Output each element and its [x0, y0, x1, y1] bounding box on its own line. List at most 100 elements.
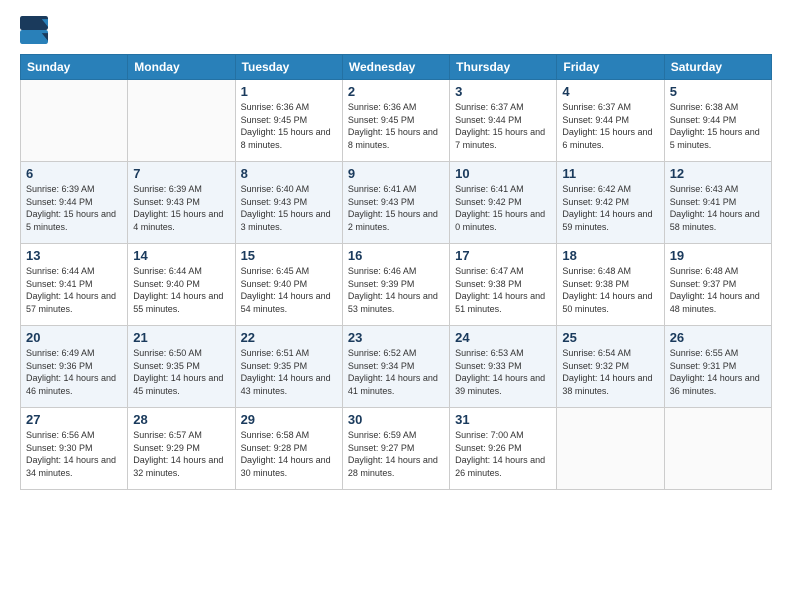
day-info: Sunrise: 6:50 AM Sunset: 9:35 PM Dayligh…: [133, 347, 229, 397]
calendar-cell: 12Sunrise: 6:43 AM Sunset: 9:41 PM Dayli…: [664, 162, 771, 244]
weekday-header: Thursday: [450, 55, 557, 80]
day-number: 23: [348, 330, 444, 345]
day-number: 9: [348, 166, 444, 181]
weekday-header: Wednesday: [342, 55, 449, 80]
calendar-cell: 16 Sunrise: 6:46 AM Sunset: 9:39 PM Dayli…: [342, 244, 449, 326]
day-number: 11: [562, 166, 658, 181]
day-number: 21: [133, 330, 229, 345]
calendar-cell: [128, 80, 235, 162]
calendar-cell: [557, 408, 664, 490]
calendar-cell: 13Sunrise: 6:44 AM Sunset: 9:41 PM Dayli…: [21, 244, 128, 326]
calendar-header-row: SundayMondayTuesdayWednesdayThursdayFrid…: [21, 55, 772, 80]
calendar-cell: 9 Sunrise: 6:41 AM Sunset: 9:43 PM Daylig…: [342, 162, 449, 244]
day-info: Sunrise: 6:48 AM Sunset: 9:37 PM Dayligh…: [670, 265, 766, 315]
day-number: 6: [26, 166, 122, 181]
calendar-cell: 8 Sunrise: 6:40 AM Sunset: 9:43 PM Daylig…: [235, 162, 342, 244]
calendar-cell: [664, 408, 771, 490]
day-number: 22: [241, 330, 337, 345]
weekday-header: Tuesday: [235, 55, 342, 80]
day-info: Sunrise: 6:52 AM Sunset: 9:34 PM Dayligh…: [348, 347, 444, 397]
calendar-cell: 25 Sunrise: 6:54 AM Sunset: 9:32 PM Dayli…: [557, 326, 664, 408]
day-info: Sunrise: 6:37 AM Sunset: 9:44 PM Dayligh…: [562, 101, 658, 151]
calendar-week-row: 6 Sunrise: 6:39 AM Sunset: 9:44 PM Daylig…: [21, 162, 772, 244]
calendar-page: SundayMondayTuesdayWednesdayThursdayFrid…: [0, 0, 792, 612]
day-number: 19: [670, 248, 766, 263]
day-info: Sunrise: 6:41 AM Sunset: 9:43 PM Dayligh…: [348, 183, 444, 233]
day-number: 16: [348, 248, 444, 263]
day-number: 5: [670, 84, 766, 99]
day-number: 2: [348, 84, 444, 99]
day-info: Sunrise: 6:41 AM Sunset: 9:42 PM Dayligh…: [455, 183, 551, 233]
calendar-cell: 7Sunrise: 6:39 AM Sunset: 9:43 PM Daylig…: [128, 162, 235, 244]
calendar-cell: 17 Sunrise: 6:47 AM Sunset: 9:38 PM Dayli…: [450, 244, 557, 326]
calendar-week-row: 13Sunrise: 6:44 AM Sunset: 9:41 PM Dayli…: [21, 244, 772, 326]
calendar-cell: 20 Sunrise: 6:49 AM Sunset: 9:36 PM Dayli…: [21, 326, 128, 408]
logo: [20, 16, 52, 44]
day-info: Sunrise: 6:59 AM Sunset: 9:27 PM Dayligh…: [348, 429, 444, 479]
day-number: 4: [562, 84, 658, 99]
calendar-cell: 29Sunrise: 6:58 AM Sunset: 9:28 PM Dayli…: [235, 408, 342, 490]
logo-icon: [20, 16, 48, 44]
calendar-cell: 11 Sunrise: 6:42 AM Sunset: 9:42 PM Dayli…: [557, 162, 664, 244]
weekday-header: Friday: [557, 55, 664, 80]
day-number: 17: [455, 248, 551, 263]
calendar-cell: 14 Sunrise: 6:44 AM Sunset: 9:40 PM Dayli…: [128, 244, 235, 326]
day-info: Sunrise: 6:39 AM Sunset: 9:44 PM Dayligh…: [26, 183, 122, 233]
day-number: 25: [562, 330, 658, 345]
day-number: 30: [348, 412, 444, 427]
day-info: Sunrise: 6:40 AM Sunset: 9:43 PM Dayligh…: [241, 183, 337, 233]
day-info: Sunrise: 6:42 AM Sunset: 9:42 PM Dayligh…: [562, 183, 658, 233]
day-info: Sunrise: 6:51 AM Sunset: 9:35 PM Dayligh…: [241, 347, 337, 397]
calendar-cell: 19 Sunrise: 6:48 AM Sunset: 9:37 PM Dayli…: [664, 244, 771, 326]
calendar-cell: 31 Sunrise: 7:00 AM Sunset: 9:26 PM Dayli…: [450, 408, 557, 490]
calendar-cell: 4 Sunrise: 6:37 AM Sunset: 9:44 PM Daylig…: [557, 80, 664, 162]
day-number: 15: [241, 248, 337, 263]
day-number: 3: [455, 84, 551, 99]
calendar-week-row: 27 Sunrise: 6:56 AM Sunset: 9:30 PM Dayli…: [21, 408, 772, 490]
day-info: Sunrise: 6:38 AM Sunset: 9:44 PM Dayligh…: [670, 101, 766, 151]
calendar-week-row: 1 Sunrise: 6:36 AM Sunset: 9:45 PM Daylig…: [21, 80, 772, 162]
day-info: Sunrise: 6:36 AM Sunset: 9:45 PM Dayligh…: [241, 101, 337, 151]
day-info: Sunrise: 6:37 AM Sunset: 9:44 PM Dayligh…: [455, 101, 551, 151]
calendar-cell: 6 Sunrise: 6:39 AM Sunset: 9:44 PM Daylig…: [21, 162, 128, 244]
day-number: 20: [26, 330, 122, 345]
day-info: Sunrise: 7:00 AM Sunset: 9:26 PM Dayligh…: [455, 429, 551, 479]
page-header: [20, 16, 772, 44]
day-info: Sunrise: 6:53 AM Sunset: 9:33 PM Dayligh…: [455, 347, 551, 397]
day-number: 14: [133, 248, 229, 263]
day-info: Sunrise: 6:49 AM Sunset: 9:36 PM Dayligh…: [26, 347, 122, 397]
day-number: 31: [455, 412, 551, 427]
calendar-cell: 30 Sunrise: 6:59 AM Sunset: 9:27 PM Dayli…: [342, 408, 449, 490]
day-number: 13: [26, 248, 122, 263]
calendar-cell: 18Sunrise: 6:48 AM Sunset: 9:38 PM Dayli…: [557, 244, 664, 326]
day-info: Sunrise: 6:55 AM Sunset: 9:31 PM Dayligh…: [670, 347, 766, 397]
calendar-cell: 23 Sunrise: 6:52 AM Sunset: 9:34 PM Dayli…: [342, 326, 449, 408]
calendar-table: SundayMondayTuesdayWednesdayThursdayFrid…: [20, 54, 772, 490]
day-info: Sunrise: 6:39 AM Sunset: 9:43 PM Dayligh…: [133, 183, 229, 233]
calendar-week-row: 20 Sunrise: 6:49 AM Sunset: 9:36 PM Dayli…: [21, 326, 772, 408]
day-info: Sunrise: 6:56 AM Sunset: 9:30 PM Dayligh…: [26, 429, 122, 479]
day-number: 10: [455, 166, 551, 181]
day-info: Sunrise: 6:57 AM Sunset: 9:29 PM Dayligh…: [133, 429, 229, 479]
calendar-cell: 27 Sunrise: 6:56 AM Sunset: 9:30 PM Dayli…: [21, 408, 128, 490]
calendar-cell: 28Sunrise: 6:57 AM Sunset: 9:29 PM Dayli…: [128, 408, 235, 490]
day-number: 1: [241, 84, 337, 99]
calendar-cell: 2Sunrise: 6:36 AM Sunset: 9:45 PM Daylig…: [342, 80, 449, 162]
day-info: Sunrise: 6:44 AM Sunset: 9:40 PM Dayligh…: [133, 265, 229, 315]
day-number: 26: [670, 330, 766, 345]
day-number: 18: [562, 248, 658, 263]
calendar-cell: 22 Sunrise: 6:51 AM Sunset: 9:35 PM Dayli…: [235, 326, 342, 408]
calendar-cell: 24Sunrise: 6:53 AM Sunset: 9:33 PM Dayli…: [450, 326, 557, 408]
calendar-cell: [21, 80, 128, 162]
calendar-cell: 1 Sunrise: 6:36 AM Sunset: 9:45 PM Daylig…: [235, 80, 342, 162]
day-info: Sunrise: 6:58 AM Sunset: 9:28 PM Dayligh…: [241, 429, 337, 479]
day-number: 12: [670, 166, 766, 181]
calendar-cell: 3 Sunrise: 6:37 AM Sunset: 9:44 PM Daylig…: [450, 80, 557, 162]
day-number: 27: [26, 412, 122, 427]
day-info: Sunrise: 6:54 AM Sunset: 9:32 PM Dayligh…: [562, 347, 658, 397]
day-info: Sunrise: 6:47 AM Sunset: 9:38 PM Dayligh…: [455, 265, 551, 315]
day-number: 8: [241, 166, 337, 181]
calendar-cell: 21 Sunrise: 6:50 AM Sunset: 9:35 PM Dayli…: [128, 326, 235, 408]
day-info: Sunrise: 6:46 AM Sunset: 9:39 PM Dayligh…: [348, 265, 444, 315]
weekday-header: Saturday: [664, 55, 771, 80]
